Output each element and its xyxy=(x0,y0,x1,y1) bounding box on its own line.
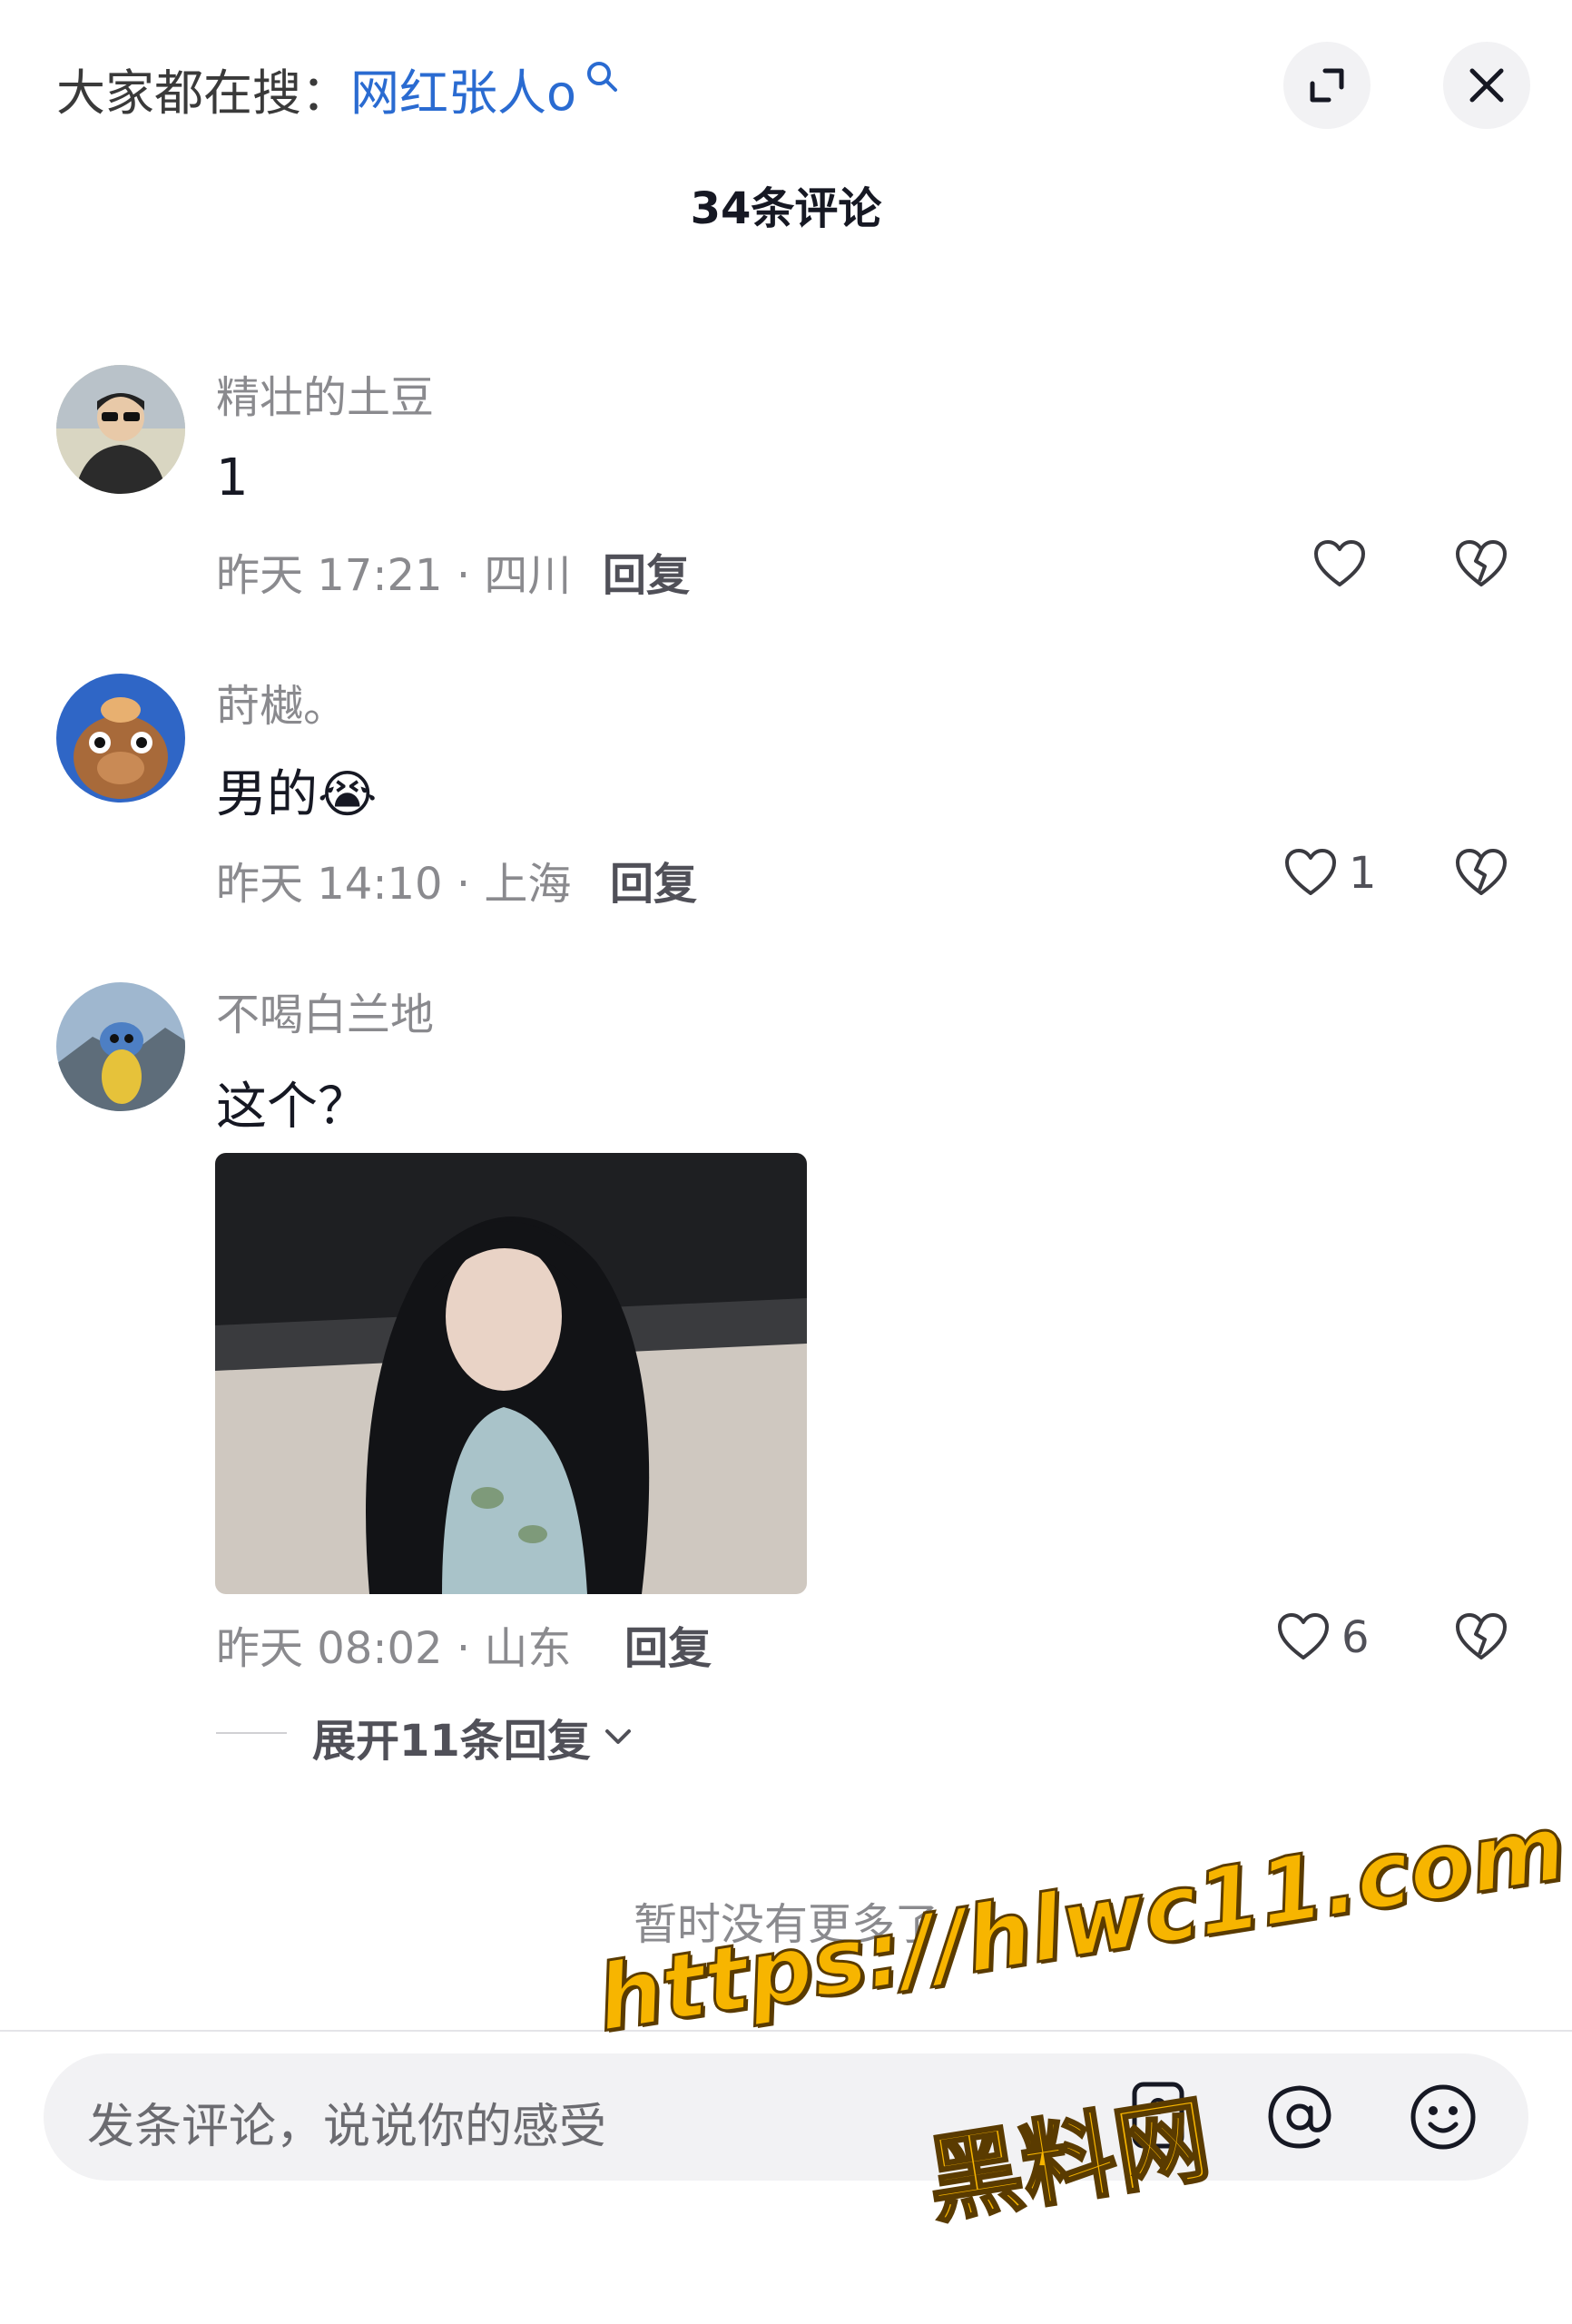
expand-divider xyxy=(216,1732,287,1734)
avatar[interactable] xyxy=(56,365,185,494)
hot-search-keyword[interactable]: 网红张人o xyxy=(350,53,576,124)
emoji-icon[interactable] xyxy=(1407,2081,1479,2153)
reply-button[interactable]: 回复 xyxy=(624,1612,712,1676)
expand-button[interactable] xyxy=(1283,42,1371,129)
comment-image[interactable] xyxy=(215,1153,807,1594)
comment-input-placeholder: 发条评论，说说你的感受 xyxy=(87,2100,607,2154)
search-icon xyxy=(587,61,618,92)
avatar[interactable] xyxy=(56,982,185,1111)
at-mention-icon[interactable] xyxy=(1263,2081,1336,2153)
crying-emoji-icon: 😭 xyxy=(318,765,378,824)
like-heart-icon[interactable] xyxy=(1311,536,1369,594)
comment-text-content: 男的 xyxy=(216,765,318,824)
input-divider xyxy=(0,2030,1572,2032)
close-button[interactable] xyxy=(1443,42,1530,129)
comment-text: 1 xyxy=(216,448,249,507)
username[interactable]: 精壮的土豆 xyxy=(216,361,434,425)
avatar[interactable] xyxy=(56,674,185,803)
comment-text: 这个？ xyxy=(216,1078,368,1137)
comment-text: 男的😭 xyxy=(216,753,377,827)
like-count: 1 xyxy=(1349,848,1377,899)
expand-replies-label: 展开11条回复 xyxy=(312,1716,591,1767)
reply-button[interactable]: 回复 xyxy=(610,848,697,911)
comment-meta: 昨天 17:21 · 四川 xyxy=(216,550,572,601)
dislike-broken-heart-icon[interactable] xyxy=(1452,1609,1510,1667)
like-heart-icon[interactable] xyxy=(1274,1609,1332,1667)
comment-item: 不喝白兰地 这个？ 昨天 08:02 · 山东 回复 6 展开11条回复 xyxy=(0,971,1572,1788)
hot-search-prefix: 大家都在搜： xyxy=(56,64,350,122)
like-heart-icon[interactable] xyxy=(1282,844,1340,902)
username[interactable]: 莳樾。 xyxy=(216,670,347,734)
close-icon xyxy=(1469,68,1504,103)
comment-item: 精壮的土豆 1 昨天 17:21 · 四川 回复 xyxy=(0,354,1572,626)
comment-meta: 昨天 08:02 · 山东 xyxy=(216,1623,572,1674)
like-count: 6 xyxy=(1341,1612,1370,1663)
reply-button[interactable]: 回复 xyxy=(603,539,690,603)
dislike-broken-heart-icon[interactable] xyxy=(1452,844,1510,902)
chevron-down-icon xyxy=(604,1729,631,1744)
expand-replies-button[interactable]: 展开11条回复 xyxy=(312,1705,636,1768)
comment-item: 莳樾。 男的😭 昨天 14:10 · 上海 回复 1 xyxy=(0,663,1572,935)
expand-icon xyxy=(1310,68,1344,103)
comment-count-title: 34条评论 xyxy=(690,183,882,234)
comment-meta: 昨天 14:10 · 上海 xyxy=(216,859,572,910)
dislike-broken-heart-icon[interactable] xyxy=(1452,536,1510,594)
hot-search-banner[interactable]: 大家都在搜： 网红张人o xyxy=(56,53,620,124)
username[interactable]: 不喝白兰地 xyxy=(216,979,434,1042)
